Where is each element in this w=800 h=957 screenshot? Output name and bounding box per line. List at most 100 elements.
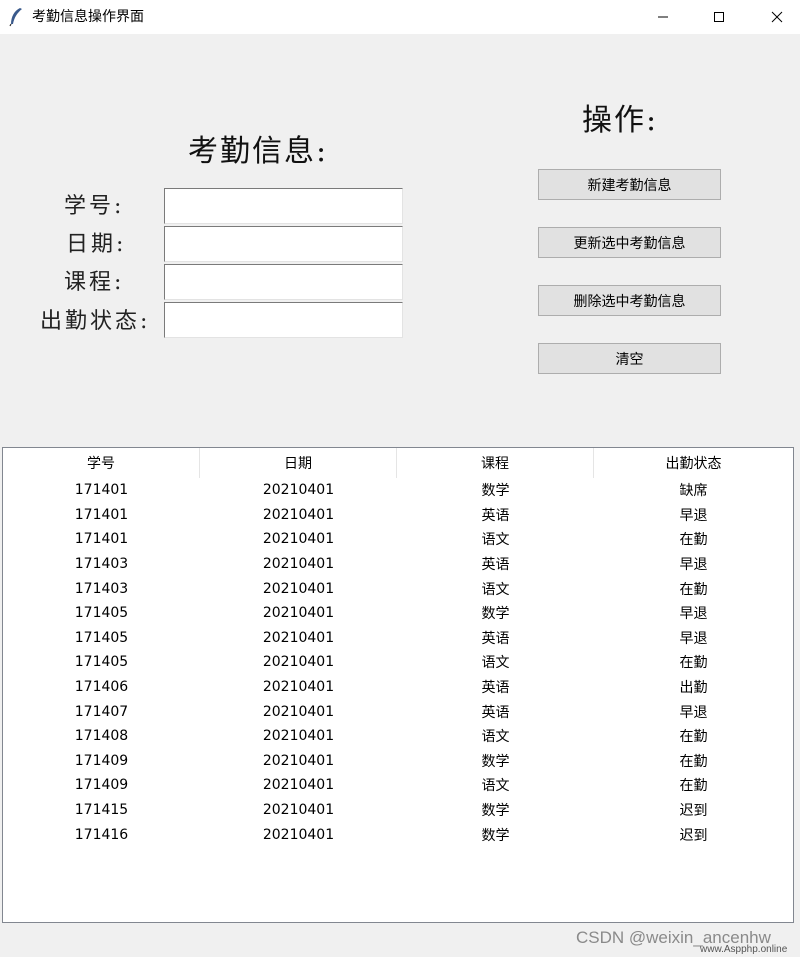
table-cell: 20210401 <box>262 703 335 720</box>
table-cell: 早退 <box>679 606 708 623</box>
table-row[interactable]: 171407 20210401 英语 早退 <box>3 699 793 724</box>
table-cell: 早退 <box>679 557 708 574</box>
table-row[interactable]: 171405 20210401 语文 在勤 <box>3 650 793 675</box>
table-row[interactable]: 171401 20210401 英语 早退 <box>3 503 793 528</box>
table-cell: 迟到 <box>679 827 708 844</box>
table-cell: 20210401 <box>262 629 335 646</box>
maximize-icon <box>714 12 724 22</box>
new-attendance-button[interactable]: 新建考勤信息 <box>538 169 721 200</box>
table-cell: 英语 <box>481 630 510 647</box>
attendance-status-label: 出勤状态: <box>40 309 151 334</box>
table-cell: 数学 <box>481 803 510 820</box>
close-button[interactable] <box>754 0 800 34</box>
table-cell: 在勤 <box>679 753 708 770</box>
table-cell: 20210401 <box>262 605 335 622</box>
table-cell: 171406 <box>74 679 129 696</box>
table-cell: 171401 <box>74 482 129 499</box>
table-cell: 20210401 <box>262 506 335 523</box>
maximize-button[interactable] <box>696 0 742 34</box>
table-cell: 缺席 <box>679 483 708 500</box>
table-cell: 20210401 <box>262 826 335 843</box>
delete-selected-button[interactable]: 删除选中考勤信息 <box>538 285 721 316</box>
course-label: 课程: <box>64 270 125 295</box>
date-input[interactable] <box>164 226 403 262</box>
operations-heading: 操作: <box>582 103 659 138</box>
table-cell: 英语 <box>481 557 510 574</box>
table-row[interactable]: 171401 20210401 数学 缺席 <box>3 478 793 503</box>
window-title: 考勤信息操作界面 <box>32 9 144 25</box>
column-header-date[interactable]: 日期 <box>200 448 397 478</box>
table-row[interactable]: 171405 20210401 数学 早退 <box>3 601 793 626</box>
minimize-icon <box>658 16 668 18</box>
table-cell: 数学 <box>481 753 510 770</box>
table-cell: 171403 <box>74 580 129 597</box>
table-row[interactable]: 171408 20210401 语文 在勤 <box>3 724 793 749</box>
column-header-student-id[interactable]: 学号 <box>3 448 200 478</box>
table-cell: 20210401 <box>262 728 335 745</box>
table-cell: 数学 <box>481 483 510 500</box>
table-cell: 出勤 <box>679 680 708 697</box>
table-cell: 171401 <box>74 531 129 548</box>
table-cell: 20210401 <box>262 752 335 769</box>
table-cell: 早退 <box>679 630 708 647</box>
attendance-info-heading: 考勤信息: <box>188 134 329 169</box>
table-cell: 20210401 <box>262 531 335 548</box>
table-row[interactable]: 171416 20210401 数学 迟到 <box>3 822 793 847</box>
table-cell: 171403 <box>74 556 129 573</box>
column-header-status[interactable]: 出勤状态 <box>594 448 793 478</box>
table-cell: 在勤 <box>679 778 708 795</box>
table-cell: 迟到 <box>679 803 708 820</box>
table-cell: 语文 <box>481 778 510 795</box>
table-cell: 20210401 <box>262 777 335 794</box>
student-id-label: 学号: <box>64 194 125 219</box>
table-cell: 早退 <box>679 507 708 524</box>
table-row[interactable]: 171415 20210401 数学 迟到 <box>3 798 793 823</box>
watermark-site: www.Aspphp.online <box>700 944 788 955</box>
table-row[interactable]: 171409 20210401 语文 在勤 <box>3 773 793 798</box>
table-cell: 英语 <box>481 704 510 721</box>
table-cell: 在勤 <box>679 532 708 549</box>
table-row[interactable]: 171403 20210401 英语 早退 <box>3 552 793 577</box>
table-cell: 171407 <box>74 703 129 720</box>
table-cell: 20210401 <box>262 679 335 696</box>
table-cell: 171405 <box>74 605 129 622</box>
table-body: 171401 20210401 数学 缺席 171401 20210401 英语 早退 1714… <box>3 478 793 847</box>
update-selected-button[interactable]: 更新选中考勤信息 <box>538 227 721 258</box>
attendance-status-input[interactable] <box>164 302 403 338</box>
course-input[interactable] <box>164 264 403 300</box>
table-cell: 在勤 <box>679 655 708 672</box>
table-row[interactable]: 171403 20210401 语文 在勤 <box>3 576 793 601</box>
clear-button[interactable]: 清空 <box>538 343 721 374</box>
table-cell: 171416 <box>74 826 129 843</box>
column-header-course[interactable]: 课程 <box>397 448 594 478</box>
table-cell: 171405 <box>74 654 129 671</box>
student-id-input[interactable] <box>164 188 403 224</box>
table-cell: 171409 <box>74 777 129 794</box>
table-cell: 英语 <box>481 680 510 697</box>
table-cell: 数学 <box>481 606 510 623</box>
table-cell: 20210401 <box>262 580 335 597</box>
feather-icon <box>8 7 24 27</box>
table-cell: 语文 <box>481 532 510 549</box>
table-cell: 20210401 <box>262 556 335 573</box>
table-cell: 语文 <box>481 581 510 598</box>
table-cell: 在勤 <box>679 581 708 598</box>
table-row[interactable]: 171401 20210401 语文 在勤 <box>3 527 793 552</box>
table-cell: 在勤 <box>679 729 708 746</box>
table-cell: 171401 <box>74 506 129 523</box>
table-cell: 171409 <box>74 752 129 769</box>
table-cell: 语文 <box>481 729 510 746</box>
table-row[interactable]: 171409 20210401 数学 在勤 <box>3 749 793 774</box>
table-cell: 早退 <box>679 704 708 721</box>
table-cell: 171408 <box>74 728 129 745</box>
minimize-button[interactable] <box>640 0 686 34</box>
table-row[interactable]: 171406 20210401 英语 出勤 <box>3 675 793 700</box>
attendance-table[interactable]: 学号 日期 课程 出勤状态 171401 20210401 数学 缺席 171401 20… <box>2 447 794 923</box>
table-row[interactable]: 171405 20210401 英语 早退 <box>3 626 793 651</box>
table-cell: 20210401 <box>262 482 335 499</box>
table-cell: 语文 <box>481 655 510 672</box>
table-cell: 20210401 <box>262 802 335 819</box>
table-header: 学号 日期 课程 出勤状态 <box>3 448 793 478</box>
table-cell: 20210401 <box>262 654 335 671</box>
window-title-bar[interactable]: 考勤信息操作界面 <box>0 0 800 34</box>
